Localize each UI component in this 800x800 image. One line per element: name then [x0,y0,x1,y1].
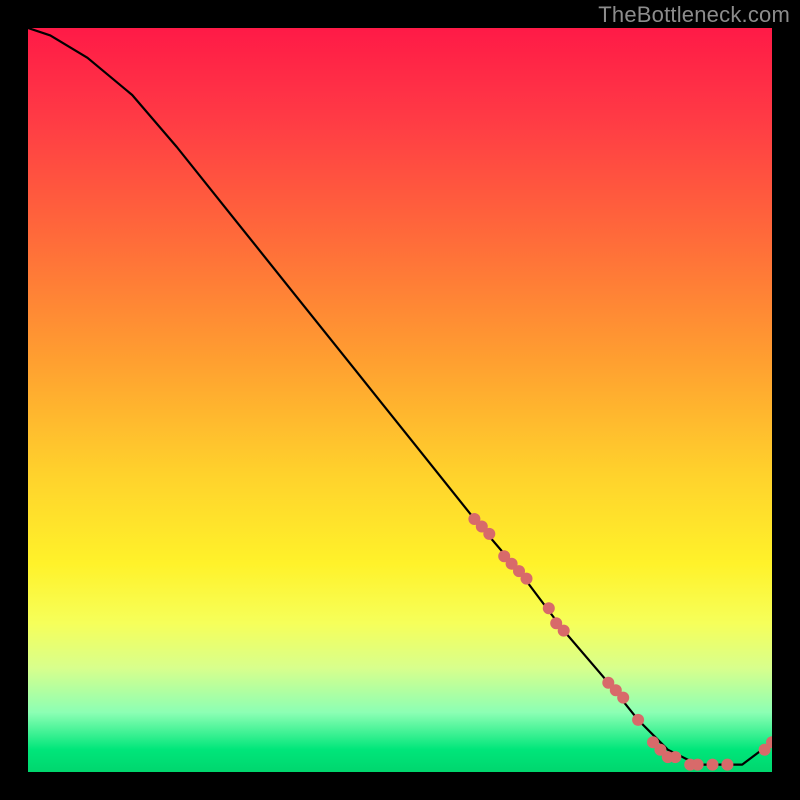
chart-frame: TheBottleneck.com [0,0,800,800]
watermark-text: TheBottleneck.com [598,2,790,28]
gradient-background [28,28,772,772]
